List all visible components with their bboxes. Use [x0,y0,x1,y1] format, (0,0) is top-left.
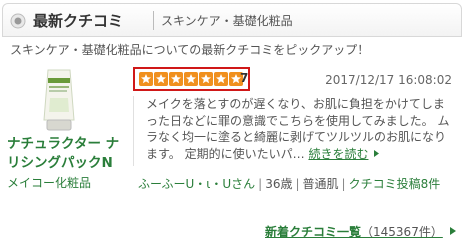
section-title: 最新クチコミ [33,12,124,30]
product-image[interactable] [34,66,84,134]
product-maker[interactable]: メイコー化粧品 [7,174,91,191]
star-icon [169,72,183,86]
header-divider [153,11,154,30]
all-reviews-link[interactable]: 新着クチコミ一覧（145367件） [265,223,443,240]
reviewer-meta: ふーふーU・ι・Uさん | 36歳 | 普通肌 | クチコミ投稿8件 [138,175,458,193]
arrow-right-icon[interactable] [372,149,381,158]
section-subtitle: スキンケア・基礎化粧品 [161,14,293,28]
all-reviews-count[interactable]: （145367件） [361,225,443,239]
star-icon [214,72,228,86]
read-more-link[interactable]: 続きを読む [308,147,368,161]
meta-separator: | [295,177,300,191]
rating-box: 7 [133,67,250,91]
section-header: 最新クチコミ スキンケア・基礎化粧品 [2,3,462,37]
reviewer-post-count[interactable]: クチコミ投稿8件 [349,177,441,191]
star-rating [139,72,243,87]
intro-text: スキンケア・基礎化粧品についての最新クチコミをピックアップ！ [10,43,370,57]
product-name-line2[interactable]: リシングパックN [7,154,137,173]
star-icon [184,72,198,86]
reviewer-name[interactable]: ふーふーU・ι・Uさん [138,177,255,191]
star-icon [154,72,168,86]
bullet-icon [10,13,26,29]
review-text-block: メイクを落とすのが遅くなり、お肌に負担をかけてしまった日などに罪の意識でこちらを… [133,96,451,166]
meta-separator: | [258,177,263,191]
rating-score: 7 [240,71,249,85]
product-name-line1[interactable]: ナチュラクター ナ [7,135,137,154]
review-text: メイクを落とすのが遅くなり、お肌に負担をかけてしまった日などに罪の意識でこちらを… [146,97,450,161]
product-name[interactable]: ナチュラクター ナ リシングパックN [7,135,137,173]
review-date: 2017/12/17 16:08:02 [325,73,452,87]
all-reviews-label[interactable]: 新着クチコミ一覧 [265,225,361,239]
arrow-right-icon[interactable] [448,226,458,236]
reviewer-skin-type: 普通肌 [302,177,339,191]
star-icon [199,72,213,86]
star-icon [139,72,153,86]
meta-separator: | [341,177,346,191]
reviewer-age: 36歳 [265,177,293,191]
